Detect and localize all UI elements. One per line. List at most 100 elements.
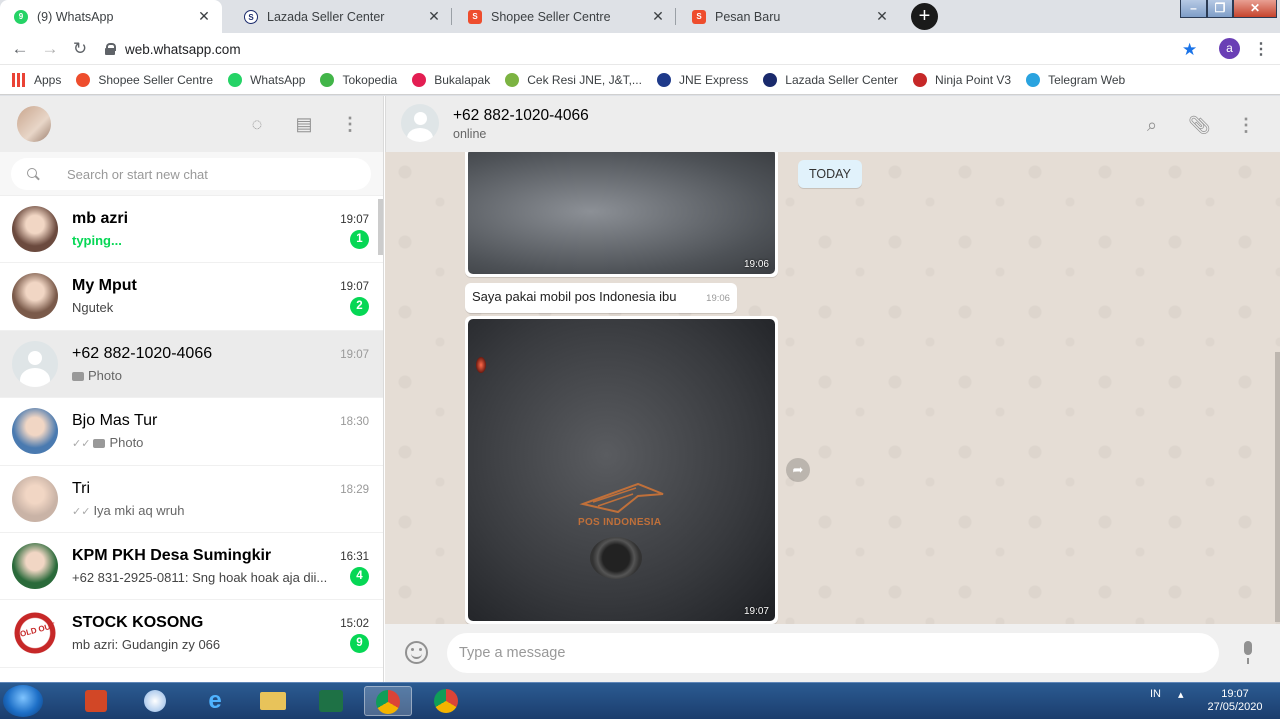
bookmark-item[interactable]: Lazada Seller Center — [763, 72, 898, 87]
menu-icon[interactable]: ⋮ — [1235, 114, 1257, 136]
bookmark-label: Apps — [34, 72, 62, 87]
chat-avatar[interactable] — [12, 340, 58, 387]
forward-arrow-icon[interactable]: → — [40, 39, 60, 59]
browser-tab-strip: 9 (9) WhatsApp ✕ S Lazada Seller Center … — [0, 0, 1280, 33]
new-tab-button[interactable]: + — [911, 3, 938, 30]
chat-list-item[interactable]: mb azri 19:07 typing... 1 — [0, 196, 383, 264]
search-placeholder: Search or start new chat — [67, 166, 208, 182]
bookmark-label: Shopee Seller Centre — [98, 72, 214, 87]
search-icon[interactable]: ⌕ — [1141, 114, 1163, 136]
message-time: 19:06 — [706, 293, 730, 304]
chat-avatar[interactable] — [12, 475, 58, 522]
chat-list-item[interactable]: SOLD OUT STOCK KOSONG 15:02 mb azri: Gudang… — [0, 600, 383, 668]
contact-name: +62 882-1020-4066 — [453, 107, 589, 124]
bookmark-item[interactable]: Ninja Point V3 — [913, 72, 1011, 87]
image-message[interactable]: 19:06 — [465, 152, 778, 277]
my-avatar[interactable] — [17, 106, 51, 142]
chat-name: My Mput — [72, 277, 137, 295]
telegram-icon — [1026, 72, 1041, 87]
reload-icon[interactable]: ↻ — [70, 39, 90, 59]
chat-time: 15:02 — [340, 618, 369, 631]
chat-time: 19:07 — [340, 281, 369, 294]
bookmark-item[interactable]: JNE Express — [656, 72, 748, 87]
browser-menu-icon[interactable]: ⋮ — [1253, 39, 1269, 59]
conversation-header[interactable]: +62 882-1020-4066 online ⌕ 📎︎ ⋮ — [385, 96, 1280, 152]
chat-avatar[interactable] — [12, 542, 58, 589]
menu-icon[interactable]: ⋮ — [340, 114, 360, 134]
chat-last-message: ✓✓ Iya mki aq wruh — [72, 503, 340, 518]
chat-avatar[interactable] — [12, 408, 58, 455]
tray-expand-icon[interactable]: ▴ — [1178, 688, 1184, 701]
conversation-pane: +62 882-1020-4066 online ⌕ 📎︎ ⋮ 19:06 Sa… — [385, 96, 1280, 682]
bookmark-item[interactable]: Telegram Web — [1026, 72, 1125, 87]
whatsapp-icon: 9 — [14, 9, 28, 24]
vehicle-emblem — [590, 537, 642, 579]
contact-avatar[interactable] — [401, 104, 439, 142]
maximize-button[interactable]: ❐ — [1207, 0, 1233, 18]
profile-avatar[interactable]: a — [1219, 38, 1240, 59]
language-indicator[interactable]: IN — [1150, 688, 1161, 700]
image-message[interactable]: POS INDONESIA 19:07 — [465, 316, 778, 624]
close-tab-icon[interactable]: ✕ — [650, 8, 666, 25]
attach-icon[interactable]: 📎︎ — [1188, 114, 1211, 136]
chat-avatar[interactable]: SOLD OUT — [12, 610, 58, 657]
tab-whatsapp[interactable]: 9 (9) WhatsApp ✕ — [0, 0, 222, 33]
lock-icon — [105, 43, 116, 55]
message-area: 19:06 Saya pakai mobil pos Indonesia ibu… — [385, 152, 1280, 624]
text-message[interactable]: Saya pakai mobil pos Indonesia ibu 19:06 — [465, 283, 737, 313]
bookmark-item[interactable]: WhatsApp — [228, 72, 305, 87]
close-window-button[interactable]: ✕ — [1233, 0, 1277, 18]
chat-list-item[interactable]: Tri 18:29 ✓✓ Iya mki aq wruh — [0, 466, 383, 533]
forward-icon[interactable]: ➦ — [786, 458, 810, 482]
bookmark-item[interactable]: Tokopedia — [320, 72, 397, 87]
tab-lazada[interactable]: S Lazada Seller Center ✕ — [230, 0, 452, 33]
taskbar-paint-icon[interactable] — [131, 686, 179, 716]
bookmark-star-icon[interactable]: ★ — [1182, 40, 1197, 60]
shopee-icon — [76, 72, 91, 87]
back-arrow-icon[interactable]: ← — [10, 39, 30, 59]
bookmark-item[interactable]: Shopee Seller Centre — [76, 72, 214, 87]
message-time: 19:07 — [743, 606, 769, 617]
bookmark-item[interactable]: Bukalapak — [412, 72, 490, 87]
new-chat-icon[interactable]: ▤ — [294, 114, 314, 134]
chat-list-item[interactable]: KPM PKH Desa Sumingkir 16:31 +62 831-2925-… — [0, 533, 383, 601]
chat-time: 19:07 — [340, 348, 369, 361]
taskbar-excel-icon[interactable] — [307, 686, 355, 716]
tab-pesan-baru[interactable]: S Pesan Baru ✕ — [678, 0, 900, 33]
message-input[interactable] — [447, 633, 1219, 673]
close-tab-icon[interactable]: ✕ — [196, 8, 212, 25]
chat-list-item[interactable]: +62 882-1020-4066 19:07 Photo — [0, 330, 383, 399]
taskbar-powerpoint-icon[interactable] — [72, 686, 120, 716]
taskbar-chrome-icon[interactable] — [364, 686, 412, 716]
close-tab-icon[interactable]: ✕ — [426, 8, 442, 25]
chat-avatar[interactable] — [12, 206, 58, 252]
message-scrollbar[interactable] — [1275, 352, 1280, 622]
bookmark-item[interactable]: Cek Resi JNE, J&T,... — [505, 72, 642, 87]
status-icon[interactable]: ◌ — [247, 114, 267, 134]
chat-time: 16:31 — [340, 550, 369, 563]
start-button[interactable] — [3, 685, 43, 717]
logo-caption: POS INDONESIA — [578, 517, 662, 528]
tab-shopee-seller-centre[interactable]: S Shopee Seller Centre ✕ — [454, 0, 676, 33]
microphone-icon[interactable] — [1241, 641, 1255, 665]
taskbar-chrome-icon[interactable] — [422, 686, 470, 716]
bookmark-item[interactable]: Apps — [12, 72, 62, 87]
address-bar[interactable]: web.whatsapp.com — [105, 37, 1215, 61]
compose-bar — [385, 624, 1280, 682]
cek-resi-icon — [505, 72, 520, 87]
chat-list-item[interactable]: My Mput 19:07 Ngutek 2 — [0, 263, 383, 331]
minimize-button[interactable]: – — [1180, 0, 1207, 18]
chat-list-item[interactable]: Bjo Mas Tur 18:30 ✓✓ Photo — [0, 398, 383, 466]
emoji-icon[interactable] — [405, 641, 428, 664]
lazada-icon — [763, 72, 778, 87]
chat-avatar[interactable] — [12, 273, 58, 320]
chat-list-scrollbar[interactable] — [378, 199, 383, 255]
screen: 9 (9) WhatsApp ✕ S Lazada Seller Center … — [0, 0, 1280, 719]
taskbar-file-explorer-icon[interactable] — [249, 686, 297, 716]
taskbar-clock[interactable]: 19:07 27/05/2020 — [1200, 688, 1270, 714]
clock-date: 27/05/2020 — [1207, 701, 1263, 713]
close-tab-icon[interactable]: ✕ — [874, 8, 890, 25]
chat-list: mb azri 19:07 typing... 1 My Mput 19:07 Ngutek… — [0, 196, 383, 668]
taskbar-internet-explorer-icon[interactable]: e — [191, 686, 239, 716]
search-input[interactable]: Search or start new chat — [11, 158, 371, 190]
